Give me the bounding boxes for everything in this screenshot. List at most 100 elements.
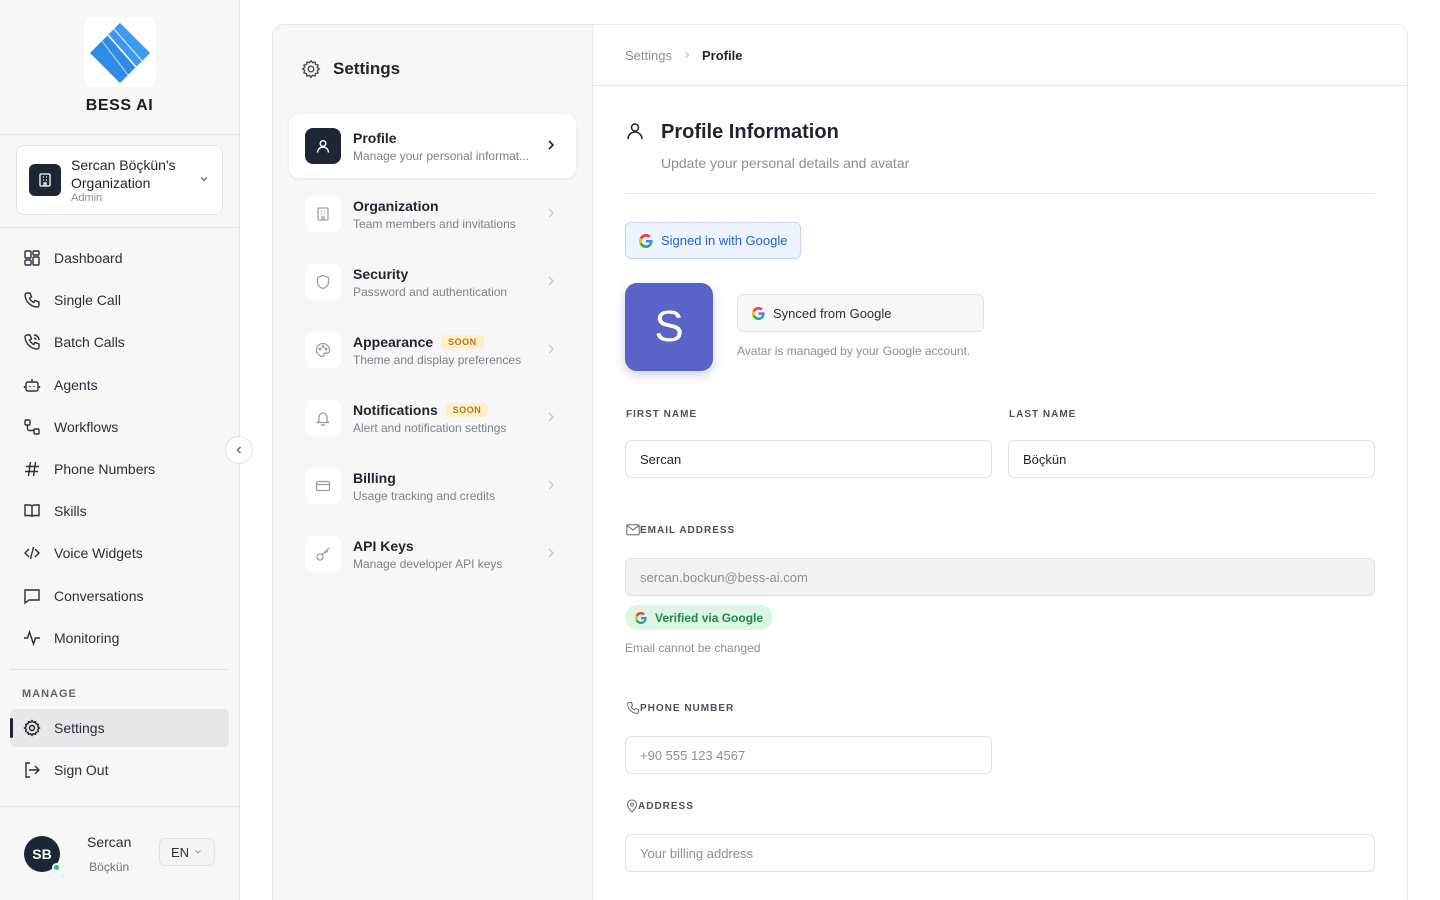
book-icon [22,501,42,521]
breadcrumb-current: Profile [701,47,743,63]
chevron-right-icon [544,342,558,356]
last-name-value: Böçkün [1023,451,1067,467]
palette-icon [305,332,341,368]
first-name-input[interactable]: Sercan [625,440,992,478]
chevron-right-icon [544,410,558,424]
mail-icon [626,524,640,536]
phone-input[interactable]: +90 555 123 4567 [625,736,992,774]
nav-dashboard[interactable]: Dashboard [10,239,229,277]
user-initials: SB [32,845,52,862]
google-icon [639,233,653,248]
settings-nav-notifications[interactable]: Notifications SOON Alert and notification… [289,386,576,450]
map-pin-icon [626,799,638,813]
brand: BESS AI [0,0,239,135]
settings-nav-api-keys[interactable]: API Keys Manage developer API keys [289,522,576,586]
synced-from-google-button[interactable]: Synced from Google [737,294,984,332]
logo[interactable] [83,17,156,87]
org-role: Admin [71,192,103,204]
page-subtitle: Update your personal details and avatar [661,155,910,171]
nav-settings[interactable]: Settings [10,708,229,747]
snav-label: Profile [353,130,533,146]
brand-name: BESS AI [85,97,154,114]
language-select[interactable]: EN [159,838,215,866]
breadcrumb-settings[interactable]: Settings [625,48,672,63]
settings-nav-desc: Theme and display preferences [353,352,522,367]
google-icon [752,306,765,320]
user-icon [625,121,645,141]
first-name-label: FIRST NAME [626,409,698,420]
collapse-sidebar-button[interactable] [225,436,253,464]
nav-single-call[interactable]: Single Call [10,281,229,319]
settings-nav-appearance[interactable]: Appearance SOON Theme and display prefere… [289,318,576,382]
nav-label: Agents [54,376,98,393]
nav-monitoring[interactable]: Monitoring [10,619,229,657]
nav-batch-calls[interactable]: Batch Calls [10,323,229,361]
snav-text: Security Password and authentication [353,266,533,299]
nav-sign-out[interactable]: Sign Out [10,751,229,789]
settings-nav-desc: Manage developer API keys [353,556,503,571]
profile-header: Profile Information Update your personal… [625,117,1375,194]
settings-nav-organization[interactable]: Organization Team members and invitation… [289,182,576,246]
chevron-down-icon [189,847,203,857]
address-placeholder: Your billing address [640,845,753,861]
user-bar: SB Sercan Böçkün EN [0,806,239,900]
chevron-down-icon [198,173,210,185]
settings-nav-label: Security [353,265,409,282]
sidebar: BESS AI Sercan Böçkün's Organization Adm… [0,0,240,900]
user-last-name: Böçkün [89,859,130,874]
settings-panel: Settings Profile Manage your personal in… [272,24,1408,900]
chevron-left-icon [233,444,245,456]
logo-icon [89,23,150,83]
nav-conversations[interactable]: Conversations [10,577,229,615]
last-name-input[interactable]: Böçkün [1008,440,1375,478]
snav-text: API Keys Manage developer API keys [353,538,533,571]
soon-badge: SOON [445,402,489,417]
settings-nav-desc: Alert and notification settings [353,420,507,435]
user-avatar[interactable]: SB [24,835,61,872]
google-signin-label: Signed in with Google [661,233,788,248]
settings-nav-desc: Password and authentication [353,284,508,299]
phone-placeholder: +90 555 123 4567 [640,747,746,763]
email-input: sercan.bockun@bess-ai.com [625,558,1375,596]
verified-label: Verified via Google [655,610,764,625]
nav-voice-widgets[interactable]: Voice Widgets [10,534,229,572]
address-input[interactable]: Your billing address [625,834,1375,872]
snav-text: Billing Usage tracking and credits [353,470,533,503]
settings-nav: Settings Profile Manage your personal in… [273,25,593,900]
settings-nav-billing[interactable]: Billing Usage tracking and credits [289,454,576,518]
soon-badge: SOON [441,334,484,349]
phone-icon [22,290,42,310]
chevron-right-icon [544,546,558,560]
nav-label: Workflows [54,418,119,435]
nav-agents[interactable]: Agents [10,366,229,404]
profile-avatar: S [625,283,713,371]
chat-icon [22,586,42,606]
nav-label: Monitoring [54,629,120,646]
online-status-dot [52,862,61,872]
settings-nav-label: Appearance [353,333,434,350]
gear-icon [22,718,42,738]
snav-label: Billing [353,470,533,486]
snav-label: Appearance SOON [353,334,533,350]
chevron-right-icon [544,274,558,288]
nav-skills[interactable]: Skills [10,492,229,530]
user-icon [305,128,341,164]
org-switcher[interactable]: Sercan Böçkün's Organization Admin [16,145,223,215]
google-icon [635,611,647,624]
settings-nav-security[interactable]: Security Password and authentication [289,250,576,314]
building-icon [29,164,61,196]
phone-label: PHONE NUMBER [640,702,735,714]
nav-workflows[interactable]: Workflows [10,408,229,446]
nav-phone-numbers[interactable]: Phone Numbers [10,450,229,488]
snav-text: Organization Team members and invitation… [353,198,533,231]
activity-icon [22,628,42,648]
last-name-label: LAST NAME [1009,409,1077,420]
org-name-line2: Organization [71,175,151,191]
org-text: Sercan Böçkün's Organization Admin [71,156,176,204]
settings-nav-label: Organization [353,197,439,214]
user-first-name: Sercan [87,833,132,850]
shield-icon [305,264,341,300]
settings-nav-profile[interactable]: Profile Manage your personal informat... [289,114,576,178]
nav-label: Voice Widgets [54,545,143,562]
breadcrumb: Settings Profile [593,25,1407,86]
